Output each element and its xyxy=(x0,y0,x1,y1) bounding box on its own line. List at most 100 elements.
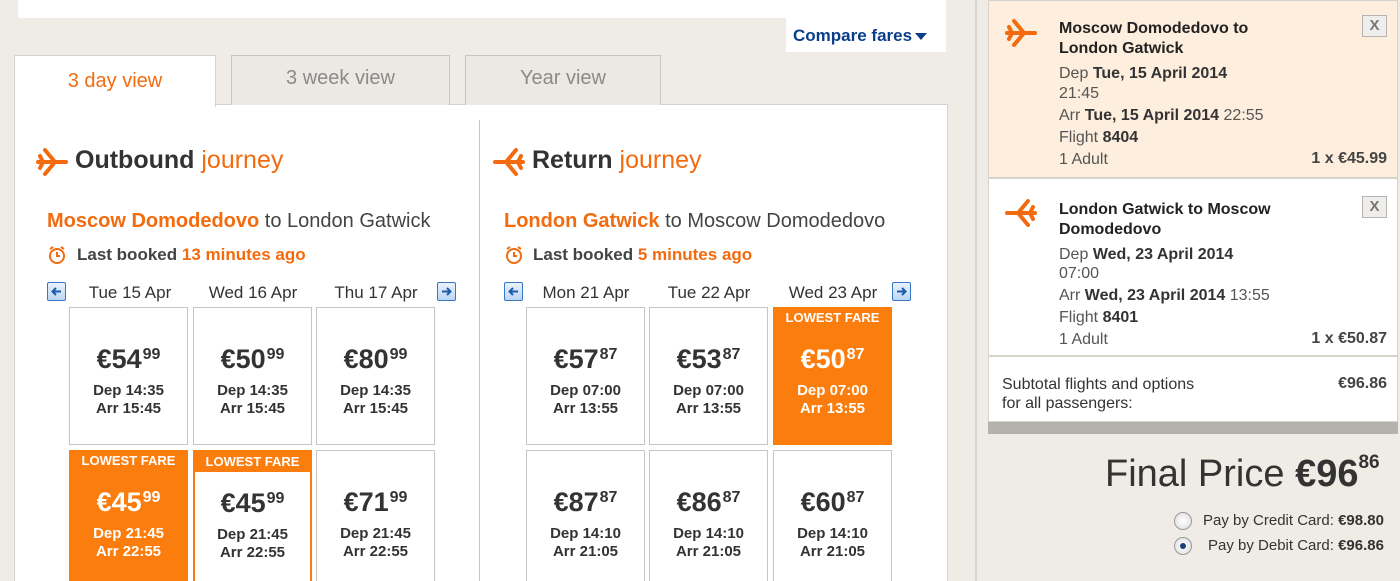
arr-prefix: Arr xyxy=(1059,287,1081,304)
fare-dep-time: Dep 21:45 xyxy=(93,525,164,542)
fare-cell-selected[interactable]: LOWEST FARE €4599 Dep 21:45 Arr 22:55 xyxy=(69,450,188,581)
pay-debit-value: €96.86 xyxy=(1338,537,1384,554)
remove-flight-button[interactable]: X xyxy=(1362,196,1387,218)
pay-credit-radio[interactable] xyxy=(1174,512,1192,530)
fare-cents: 99 xyxy=(389,489,408,506)
flight-number: 8404 xyxy=(1102,129,1139,146)
summary-flight: Flight 8404 xyxy=(1059,128,1138,148)
arr-prefix: Arr xyxy=(1059,107,1081,124)
fare-cell[interactable]: €5099 Dep 14:35 Arr 15:45 xyxy=(193,307,312,445)
fare-cell[interactable]: €5387 Dep 07:00 Arr 13:55 xyxy=(649,307,768,445)
subtotal-label-line: for all passengers: xyxy=(1002,395,1133,412)
fare-price: €6087 xyxy=(774,487,891,518)
journey-divider xyxy=(479,120,480,581)
fare-dep-time: Dep 14:35 xyxy=(93,382,164,399)
dep-prefix: Dep xyxy=(1059,65,1089,82)
fare-dep-time: Dep 21:45 xyxy=(340,525,411,542)
flight-prefix: Flight xyxy=(1059,129,1099,146)
fare-arr-time: Arr 15:45 xyxy=(95,400,162,417)
fare-arr-time: Arr 13:55 xyxy=(799,400,866,417)
outbound-day-label: Tue 15 Apr xyxy=(88,283,172,302)
arrow-left-icon xyxy=(508,287,518,296)
fare-cell[interactable]: €8099 Dep 14:35 Arr 15:45 xyxy=(316,307,435,445)
pay-credit-label: Pay by Credit Card: €98.80 xyxy=(1203,512,1384,529)
summary-dep: Dep Wed, 23 April 2014 xyxy=(1059,245,1233,265)
summary-price: 1 x €45.99 xyxy=(1311,150,1387,167)
fare-cents: 87 xyxy=(599,346,618,363)
fare-arr-time: Arr 15:45 xyxy=(342,400,409,417)
final-price-euros: €96 xyxy=(1295,453,1359,495)
return-last-booked: Last booked 5 minutes ago xyxy=(533,245,752,265)
remove-flight-button[interactable]: X xyxy=(1362,15,1387,37)
summary-passengers: 1 Adult xyxy=(1059,331,1108,348)
arrow-right-icon xyxy=(442,287,452,296)
tab-year-view[interactable]: Year view xyxy=(465,55,661,105)
fare-arr-time: Arr 22:55 xyxy=(219,544,286,561)
compare-fares-box: Compare fares xyxy=(786,18,946,52)
outbound-day-label: Wed 16 Apr xyxy=(208,283,298,302)
compare-fares-label: Compare fares xyxy=(793,26,913,45)
dep-date: Wed, 23 April 2014 xyxy=(1092,246,1234,263)
subtotal-label: Subtotal flights and options for all pas… xyxy=(1002,375,1194,413)
fare-dep-time: Dep 07:00 xyxy=(797,382,868,399)
final-price: Final Price €9686 xyxy=(1105,452,1380,496)
fare-dep-time: Dep 14:35 xyxy=(340,382,411,399)
pay-debit-label: Pay by Debit Card: €96.86 xyxy=(1208,537,1384,554)
outbound-origin: Moscow Domodedovo xyxy=(47,210,260,232)
summary-arr: Arr Tue, 15 April 2014 22:55 xyxy=(1059,106,1264,126)
fare-euros: €86 xyxy=(676,487,722,517)
tab-3-day-view[interactable]: 3 day view xyxy=(14,55,216,107)
fare-cell[interactable]: €5787 Dep 07:00 Arr 13:55 xyxy=(526,307,645,445)
sidebar-separator xyxy=(975,0,977,581)
return-next-days-button[interactable] xyxy=(892,282,911,301)
outbound-route: Moscow Domodedovo to London Gatwick xyxy=(47,210,430,233)
fare-arr-time: Arr 15:45 xyxy=(219,400,286,417)
plane-icon xyxy=(36,148,68,176)
plane-return-icon xyxy=(493,148,525,176)
fare-price: €5499 xyxy=(70,344,187,375)
subtotal-label-line: Subtotal flights and options xyxy=(1002,376,1195,393)
fare-cell[interactable]: LOWEST FARE €4599 Dep 21:45 Arr 22:55 xyxy=(193,450,312,581)
summary-price: 1 x €50.87 xyxy=(1311,330,1387,347)
fare-cents: 87 xyxy=(722,346,741,363)
dep-date: Tue, 15 April 2014 xyxy=(1092,65,1228,82)
fare-price: €5087 xyxy=(774,344,891,375)
fare-euros: €45 xyxy=(220,488,266,518)
fare-cents: 87 xyxy=(846,489,865,506)
fare-cents: 99 xyxy=(266,490,285,507)
pay-debit-radio[interactable] xyxy=(1174,537,1192,555)
outbound-destination: London Gatwick xyxy=(287,210,431,232)
outbound-prev-days-button[interactable] xyxy=(47,282,66,301)
fare-cell[interactable]: €8787 Dep 14:10 Arr 21:05 xyxy=(526,450,645,581)
fare-euros: €50 xyxy=(220,344,266,374)
dep-prefix: Dep xyxy=(1059,246,1089,263)
alarm-clock-icon xyxy=(506,246,522,264)
fare-cell[interactable]: €5499 Dep 14:35 Arr 15:45 xyxy=(69,307,188,445)
return-day-label: Tue 22 Apr xyxy=(667,283,751,302)
top-panel-edge xyxy=(18,0,946,18)
plane-icon xyxy=(1005,19,1037,47)
fare-cell[interactable]: €6087 Dep 14:10 Arr 21:05 xyxy=(773,450,892,581)
fare-euros: €45 xyxy=(96,487,142,517)
fare-dep-time: Dep 07:00 xyxy=(550,382,621,399)
summary-dep-time: 07:00 xyxy=(1059,265,1100,282)
fare-euros: €87 xyxy=(553,487,599,517)
compare-fares-link[interactable]: Compare fares xyxy=(793,26,928,46)
flight-prefix: Flight xyxy=(1059,309,1099,326)
tab-3-week-view[interactable]: 3 week view xyxy=(231,55,450,105)
return-title: Return journey xyxy=(532,146,702,175)
fare-cell[interactable]: €8687 Dep 14:10 Arr 21:05 xyxy=(649,450,768,581)
fare-cell[interactable]: €7199 Dep 21:45 Arr 22:55 xyxy=(316,450,435,581)
summary-flight: Flight 8401 xyxy=(1059,308,1138,328)
return-prev-days-button[interactable] xyxy=(504,282,523,301)
arr-time: 13:55 xyxy=(1229,287,1270,304)
outbound-next-days-button[interactable] xyxy=(437,282,456,301)
fare-cell-selected[interactable]: LOWEST FARE €5087 Dep 07:00 Arr 13:55 xyxy=(773,307,892,445)
arr-date: Tue, 15 April 2014 xyxy=(1084,107,1220,124)
return-route: London Gatwick to Moscow Domodedovo xyxy=(504,210,885,233)
fare-euros: €71 xyxy=(343,487,389,517)
outbound-booked-ago: 13 minutes ago xyxy=(181,245,306,264)
fare-price: €8787 xyxy=(527,487,644,518)
fare-arr-time: Arr 22:55 xyxy=(342,543,409,560)
return-title-main: Return xyxy=(532,146,613,174)
